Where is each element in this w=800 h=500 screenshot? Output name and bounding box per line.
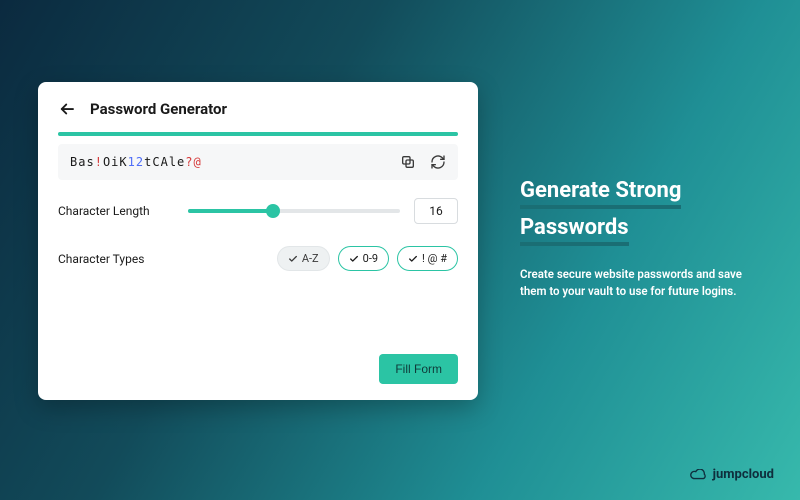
type-chips: A-Z 0-9 ! @ # [277, 246, 458, 271]
promo-title-line-2: Passwords [520, 215, 629, 246]
strength-bar [58, 132, 458, 136]
type-chip-label: 0-9 [363, 252, 378, 265]
card-header: Password Generator [58, 100, 458, 118]
brand-logo: jumpcloud [689, 467, 774, 482]
type-chip-0[interactable]: A-Z [277, 246, 330, 271]
promo-title-line-1: Generate Strong [520, 178, 681, 209]
card-title: Password Generator [90, 100, 227, 118]
brand-name: jumpcloud [713, 467, 774, 482]
slider-fill [188, 209, 273, 213]
length-row: Character Length 16 [58, 198, 458, 224]
length-label: Character Length [58, 204, 188, 218]
fill-form-button[interactable]: Fill Form [379, 354, 458, 384]
type-chip-label: A-Z [302, 252, 319, 265]
password-actions [400, 154, 446, 170]
promo-text: Generate Strong Passwords Create secure … [520, 178, 770, 299]
password-generator-card: Password Generator Bas!OiK12tCAle?@ Char… [38, 82, 478, 400]
cloud-icon [689, 469, 707, 481]
types-label: Character Types [58, 252, 188, 266]
password-display: Bas!OiK12tCAle?@ [58, 144, 458, 180]
regenerate-icon[interactable] [430, 154, 446, 170]
type-chip-label: ! @ # [422, 252, 447, 265]
type-chip-2[interactable]: ! @ # [397, 246, 458, 271]
types-row: Character Types A-Z 0-9 ! @ # [58, 246, 458, 271]
card-footer: Fill Form [58, 354, 458, 384]
slider-thumb[interactable] [266, 204, 280, 218]
length-slider[interactable] [188, 209, 400, 213]
copy-icon[interactable] [400, 154, 416, 170]
length-controls: 16 [188, 198, 458, 224]
type-chip-1[interactable]: 0-9 [338, 246, 389, 271]
promo-subtitle: Create secure website passwords and save… [520, 266, 770, 299]
length-value-box[interactable]: 16 [414, 198, 458, 224]
generated-password: Bas!OiK12tCAle?@ [70, 155, 400, 169]
back-arrow-icon[interactable] [58, 100, 76, 118]
